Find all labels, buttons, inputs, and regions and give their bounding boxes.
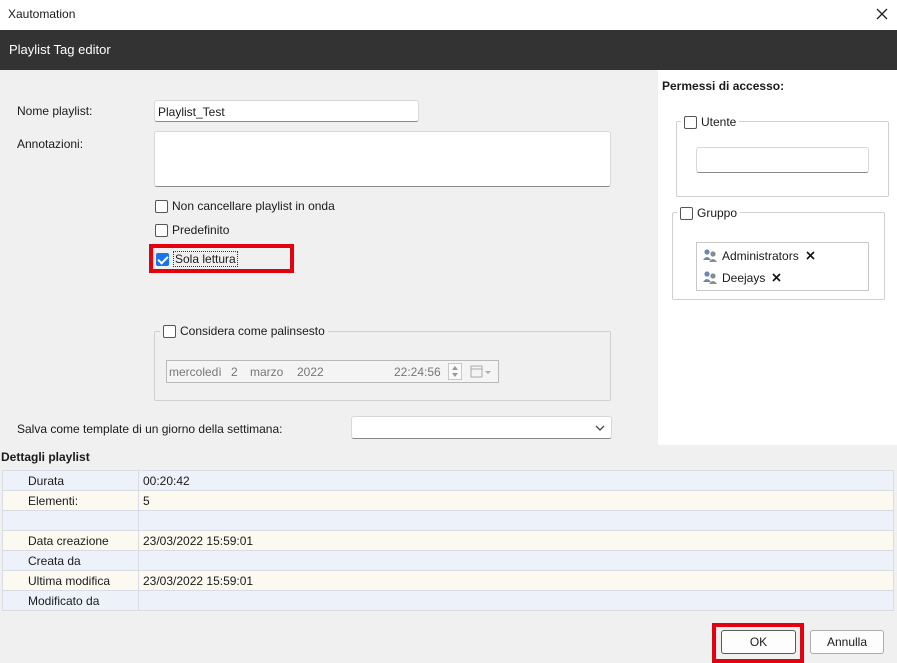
utente-checkbox[interactable]: Utente xyxy=(681,115,740,129)
sola-lettura-label: Sola lettura xyxy=(173,251,238,267)
row-key: Creata da xyxy=(2,550,139,571)
utente-label: Utente xyxy=(701,115,737,129)
non-cancellare-check-icon[interactable] xyxy=(155,199,168,213)
calendar-icon xyxy=(470,365,491,378)
spinner-arrows-icon xyxy=(452,366,458,377)
playlist-form: Nome playlist: Playlist_Test Annotazioni… xyxy=(0,70,658,448)
dettagli-section: Dettagli playlist Durata 00:20:42 Element… xyxy=(0,448,897,663)
title-bar: Xautomation xyxy=(0,0,897,30)
template-label: Salva come template di un giorno della s… xyxy=(17,422,283,436)
non-cancellare-checkbox[interactable]: Non cancellare playlist in onda xyxy=(155,199,335,213)
row-key: Elementi: xyxy=(2,490,139,511)
table-row: Data creazione 23/03/2022 15:59:01 xyxy=(2,530,894,551)
permessi-title: Permessi di accesso: xyxy=(662,79,785,93)
window-title: Xautomation xyxy=(8,7,76,21)
gruppo-checkbox[interactable]: Gruppo xyxy=(677,206,741,220)
date-month: marzo xyxy=(250,365,284,379)
row-key: Modificato da xyxy=(2,590,139,611)
row-value: 00:20:42 xyxy=(138,470,894,491)
dialog-title: Playlist Tag editor xyxy=(9,42,111,57)
dettagli-title: Dettagli playlist xyxy=(1,450,90,464)
gruppo-list: Administrators Deejays xyxy=(696,242,869,291)
template-select[interactable] xyxy=(351,416,612,439)
calendar-dropdown[interactable] xyxy=(470,364,494,383)
annotazioni-label: Annotazioni: xyxy=(17,137,84,151)
dettagli-table: Durata 00:20:42 Elementi: 5 Data creazione… xyxy=(2,470,894,611)
palinsesto-datetime-picker[interactable]: mercoledì 2 marzo 2022 22:24:56 xyxy=(166,360,499,383)
nome-playlist-input[interactable]: Playlist_Test xyxy=(154,100,419,122)
gruppo-item-name: Administrators xyxy=(722,248,799,263)
row-value: 23/03/2022 15:59:01 xyxy=(138,530,894,551)
row-key: Durata xyxy=(2,470,139,491)
sola-lettura-check-icon[interactable] xyxy=(156,252,169,266)
table-row: Modificato da xyxy=(2,590,894,611)
table-row: Creata da xyxy=(2,550,894,571)
time-value: 22:24:56 xyxy=(394,365,441,379)
palinsesto-check-icon[interactable] xyxy=(163,324,176,338)
row-value xyxy=(138,550,894,571)
table-row: Durata 00:20:42 xyxy=(2,470,894,491)
annulla-button[interactable]: Annulla xyxy=(810,630,884,654)
chevron-down-icon xyxy=(595,425,605,431)
row-key xyxy=(2,510,139,531)
gruppo-item-name: Deejays xyxy=(722,270,766,285)
dialog-header: Playlist Tag editor xyxy=(0,30,897,70)
predefinito-checkbox[interactable]: Predefinito xyxy=(155,223,229,237)
utente-check-icon[interactable] xyxy=(684,115,697,129)
date-weekday: mercoledì xyxy=(169,365,222,379)
palinsesto-checkbox[interactable]: Considera come palinsesto xyxy=(160,324,328,338)
table-row xyxy=(2,510,894,531)
ok-button-label: OK xyxy=(749,635,768,649)
non-cancellare-label: Non cancellare playlist in onda xyxy=(172,199,335,213)
gruppo-item: Administrators xyxy=(702,248,815,263)
row-key: Ultima modifica xyxy=(2,570,139,591)
predefinito-check-icon[interactable] xyxy=(155,223,168,237)
table-row: Elementi: 5 xyxy=(2,490,894,511)
palinsesto-label: Considera come palinsesto xyxy=(180,324,325,338)
annotazioni-textarea[interactable] xyxy=(154,131,611,187)
remove-icon[interactable] xyxy=(806,251,815,260)
row-value: 5 xyxy=(138,490,894,511)
user-group-icon xyxy=(703,249,717,262)
close-button[interactable] xyxy=(868,2,896,26)
gruppo-item: Deejays xyxy=(702,270,781,285)
row-value xyxy=(138,510,894,531)
date-day: 2 xyxy=(231,365,238,379)
table-row: Ultima modifica 23/03/2022 15:59:01 xyxy=(2,570,894,591)
utente-input[interactable] xyxy=(696,147,869,173)
nome-playlist-value: Playlist_Test xyxy=(158,105,225,119)
nome-playlist-label: Nome playlist: xyxy=(17,104,93,118)
user-group-icon xyxy=(703,271,717,284)
close-icon xyxy=(876,8,888,20)
gruppo-label: Gruppo xyxy=(697,206,738,220)
row-value xyxy=(138,590,894,611)
gruppo-check-icon[interactable] xyxy=(680,206,693,220)
predefinito-label: Predefinito xyxy=(172,223,230,237)
sola-lettura-checkbox[interactable]: Sola lettura xyxy=(156,251,238,267)
row-value: 23/03/2022 15:59:01 xyxy=(138,570,894,591)
row-key: Data creazione xyxy=(2,530,139,551)
ok-button[interactable]: OK xyxy=(721,630,796,654)
time-spinner[interactable] xyxy=(448,363,462,380)
remove-icon[interactable] xyxy=(772,273,781,282)
date-year: 2022 xyxy=(297,365,324,379)
annulla-button-label: Annulla xyxy=(826,635,868,649)
permessi-panel: Permessi di accesso: Utente Gruppo Admin… xyxy=(658,70,897,445)
